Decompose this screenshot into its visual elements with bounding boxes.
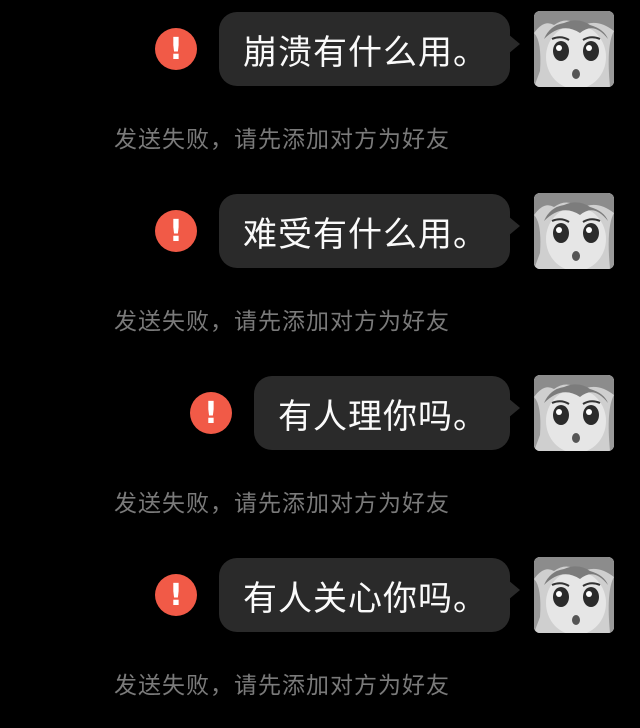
- message-bubble[interactable]: 难受有什么用。: [219, 194, 520, 268]
- message-item: ! 难受有什么用。 发送失败，请先添加对方为好友: [0, 182, 640, 364]
- error-exclamation-icon[interactable]: !: [155, 28, 197, 70]
- send-failed-status: 发送失败，请先添加对方为好友: [114, 309, 450, 335]
- anime-face-avatar-icon: [534, 11, 614, 87]
- message-bubble[interactable]: 有人关心你吗。: [219, 558, 520, 632]
- message-item: ! 崩溃有什么用。 发送失败，请先添加对方为好友: [0, 0, 640, 182]
- message-row: ! 难受有什么用。: [155, 192, 614, 270]
- error-exclamation-icon[interactable]: !: [155, 574, 197, 616]
- avatar[interactable]: [534, 193, 614, 269]
- message-bubble[interactable]: 有人理你吗。: [254, 376, 520, 450]
- avatar[interactable]: [534, 11, 614, 87]
- message-item: ! 有人关心你吗。 发送失败，请先添加对方为好友: [0, 546, 640, 728]
- message-row: ! 有人理你吗。: [190, 374, 614, 452]
- send-failed-status: 发送失败，请先添加对方为好友: [114, 491, 450, 517]
- send-failed-status: 发送失败，请先添加对方为好友: [114, 673, 450, 699]
- message-row: ! 崩溃有什么用。: [155, 10, 614, 88]
- error-exclamation-icon[interactable]: !: [190, 392, 232, 434]
- anime-face-avatar-icon: [534, 375, 614, 451]
- error-exclamation-icon[interactable]: !: [155, 210, 197, 252]
- message-item: ! 有人理你吗。 发送失败，请先添加对方为好友: [0, 364, 640, 546]
- message-row: ! 有人关心你吗。: [155, 556, 614, 634]
- avatar[interactable]: [534, 375, 614, 451]
- chat-thread: ! 崩溃有什么用。 发送失败，请先添加对方为好友 ! 难受有什么用。 发送失败，…: [0, 0, 640, 718]
- avatar[interactable]: [534, 557, 614, 633]
- anime-face-avatar-icon: [534, 193, 614, 269]
- send-failed-status: 发送失败，请先添加对方为好友: [114, 127, 450, 153]
- message-bubble[interactable]: 崩溃有什么用。: [219, 12, 520, 86]
- anime-face-avatar-icon: [534, 557, 614, 633]
